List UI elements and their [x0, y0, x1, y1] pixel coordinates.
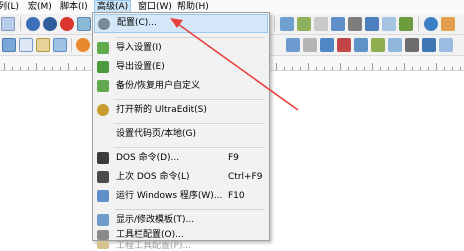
toolbar-icon[interactable]	[354, 38, 368, 52]
globe-icon[interactable]	[424, 17, 438, 31]
toolbar-icon[interactable]	[1, 17, 15, 31]
menu-separator	[115, 123, 265, 124]
menu-item-last-dos-command[interactable]: 上次 DOS 命令(L) Ctrl+F9	[94, 168, 268, 187]
menu-item-import-settings[interactable]: 导入设置(I)	[94, 39, 268, 58]
play-macro-icon[interactable]	[26, 17, 40, 31]
toolbar-icon[interactable]	[314, 17, 328, 31]
toolbar-separator	[418, 17, 419, 31]
toolbar-icon[interactable]	[2, 38, 16, 52]
menu-item-code-page[interactable]: 设置代码页/本地(G)	[94, 125, 268, 144]
menu-item-shortcut: Ctrl+F9	[228, 172, 263, 182]
gear-icon	[98, 18, 110, 30]
dos-command-icon	[97, 152, 109, 164]
stop-macro-icon[interactable]	[60, 17, 74, 31]
menu-item-label: 显示/修改模板(T)...	[116, 215, 195, 225]
toolbar-icon[interactable]	[382, 17, 396, 31]
menu-macro[interactable]: 宏(M)	[26, 0, 54, 14]
color-wheel-icon[interactable]	[76, 38, 90, 52]
menu-item-label: 打开新的 UltraEdit(S)	[116, 105, 207, 115]
toolbar-icon[interactable]	[422, 38, 436, 52]
toolbar-icon[interactable]	[405, 38, 419, 52]
toolbar-icon[interactable]	[303, 38, 317, 52]
macro-list-icon[interactable]	[77, 17, 91, 31]
menu-item-label: 运行 Windows 程序(W)...	[116, 191, 223, 201]
menu-separator	[115, 209, 265, 210]
toolbar-icon[interactable]	[280, 17, 294, 31]
menu-item-label: 上次 DOS 命令(L)	[116, 172, 190, 182]
menu-item-run-windows-program[interactable]: 运行 Windows 程序(W)... F10	[94, 187, 268, 206]
menu-separator	[115, 147, 265, 148]
menu-item-open-new-ultraedit[interactable]: 打开新的 UltraEdit(S)	[94, 101, 268, 120]
ultraedit-icon	[97, 104, 109, 116]
menu-item-label: 工具栏配置(O)...	[116, 230, 184, 240]
toolbar-icon[interactable]	[320, 38, 334, 52]
toolbar-config-icon	[97, 230, 109, 240]
toolbar-icon[interactable]	[53, 38, 67, 52]
menu-item-toolbar-configuration[interactable]: 工具栏配置(O)...	[94, 230, 268, 241]
advanced-dropdown-menu: 配置(C)... 导入设置(I) 导出设置(E) 备份/恢复用户自定义 打开新的…	[92, 12, 270, 251]
toolbar-icon[interactable]	[36, 38, 50, 52]
menu-item-label: 设置代码页/本地(G)	[116, 129, 197, 139]
menu-item-shortcut: F10	[228, 191, 245, 201]
menu-script[interactable]: 脚本(I)	[58, 0, 90, 14]
toolbar-icon[interactable]	[331, 17, 345, 31]
export-settings-icon	[97, 61, 109, 73]
last-dos-command-icon	[97, 171, 109, 183]
toolbar-icon[interactable]	[371, 38, 385, 52]
template-icon	[97, 214, 109, 226]
menu-item-backup-restore[interactable]: 备份/恢复用户自定义	[94, 77, 268, 96]
toolbar-icon[interactable]	[297, 17, 311, 31]
toolbar-icon[interactable]	[388, 38, 402, 52]
import-settings-icon	[97, 42, 109, 54]
toolbar-icon[interactable]	[439, 38, 453, 52]
menu-item-label: 导入设置(I)	[116, 43, 162, 53]
menu-item-display-modify-templates[interactable]: 显示/修改模板(T)...	[94, 211, 268, 230]
menu-separator	[115, 37, 265, 38]
menu-item-label: 工程工具配置(P)...	[116, 241, 192, 251]
toolbar-icon[interactable]	[365, 17, 379, 31]
menu-item-label: 导出设置(E)	[116, 62, 165, 72]
menu-item-label: DOS 命令(D)...	[116, 153, 180, 163]
toolbar-icon[interactable]	[348, 17, 362, 31]
menu-item-label: 配置(C)...	[117, 18, 157, 28]
toolbar-icon[interactable]	[19, 38, 33, 52]
menu-item-configuration[interactable]: 配置(C)...	[94, 14, 268, 33]
toolbar-icon[interactable]	[286, 38, 300, 52]
menu-item-label: 备份/恢复用户自定义	[116, 81, 201, 91]
menu-item-dos-command[interactable]: DOS 命令(D)... F9	[94, 149, 268, 168]
menu-item-export-settings[interactable]: 导出设置(E)	[94, 58, 268, 77]
run-windows-program-icon	[97, 190, 109, 202]
toolbar-icon[interactable]	[337, 38, 351, 52]
toolbar-separator	[20, 17, 21, 31]
toolbar-separator	[274, 17, 275, 31]
toolbar-icon[interactable]	[399, 17, 413, 31]
menu-column[interactable]: 列(L)	[0, 0, 21, 14]
tool-config-icon	[97, 241, 109, 249]
toolbar-separator	[71, 38, 72, 52]
menu-separator	[115, 99, 265, 100]
backup-restore-icon	[97, 80, 109, 92]
record-macro-icon[interactable]	[43, 17, 57, 31]
menu-item-shortcut: F9	[228, 153, 239, 163]
menu-item-project-tool-configuration[interactable]: 工程工具配置(P)...	[94, 241, 268, 251]
toolbar-icon[interactable]	[441, 17, 455, 31]
